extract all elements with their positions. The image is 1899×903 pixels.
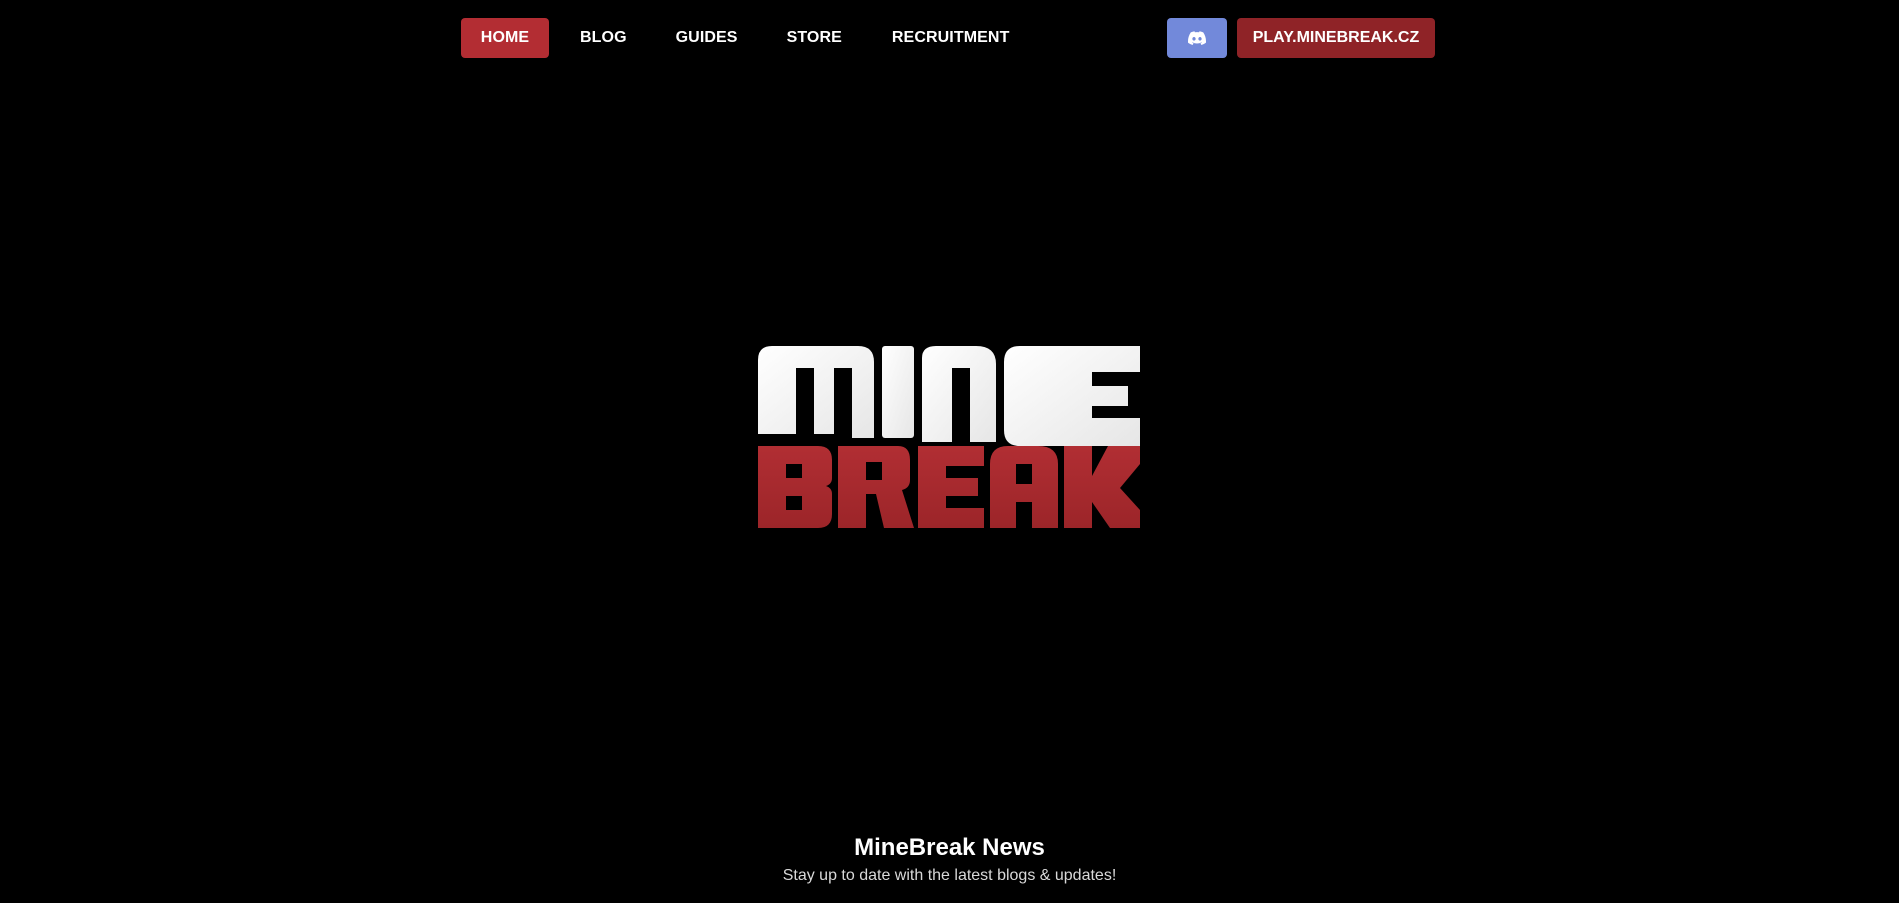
nav-item-home[interactable]: HOME: [461, 18, 549, 58]
nav-item-blog[interactable]: BLOG: [559, 18, 648, 58]
minebreak-logo: [758, 342, 1140, 528]
play-server-button[interactable]: PLAY.MINEBREAK.CZ: [1237, 18, 1435, 58]
news-title: MineBreak News: [854, 834, 1045, 861]
news-subtitle: Stay up to date with the latest blogs & …: [782, 867, 1117, 884]
logo-word-mine: [758, 346, 1140, 446]
discord-icon: [1188, 31, 1206, 45]
nav-item-store[interactable]: STORE: [763, 18, 867, 58]
discord-button[interactable]: [1167, 18, 1227, 58]
nav-item-recruitment[interactable]: RECRUITMENT: [867, 18, 1030, 58]
news-section-header: MineBreak News Stay up to date with the …: [0, 830, 1899, 886]
page: HOME BLOG GUIDES STORE RECRUITMENT PLAY.…: [0, 0, 1899, 903]
nav-actions: PLAY.MINEBREAK.CZ: [1167, 18, 1435, 58]
nav-links: HOME BLOG GUIDES STORE RECRUITMENT: [461, 18, 1029, 58]
logo-word-break: [758, 446, 1140, 528]
nav-item-guides[interactable]: GUIDES: [648, 18, 763, 58]
top-navbar: HOME BLOG GUIDES STORE RECRUITMENT PLAY.…: [461, 18, 1435, 58]
